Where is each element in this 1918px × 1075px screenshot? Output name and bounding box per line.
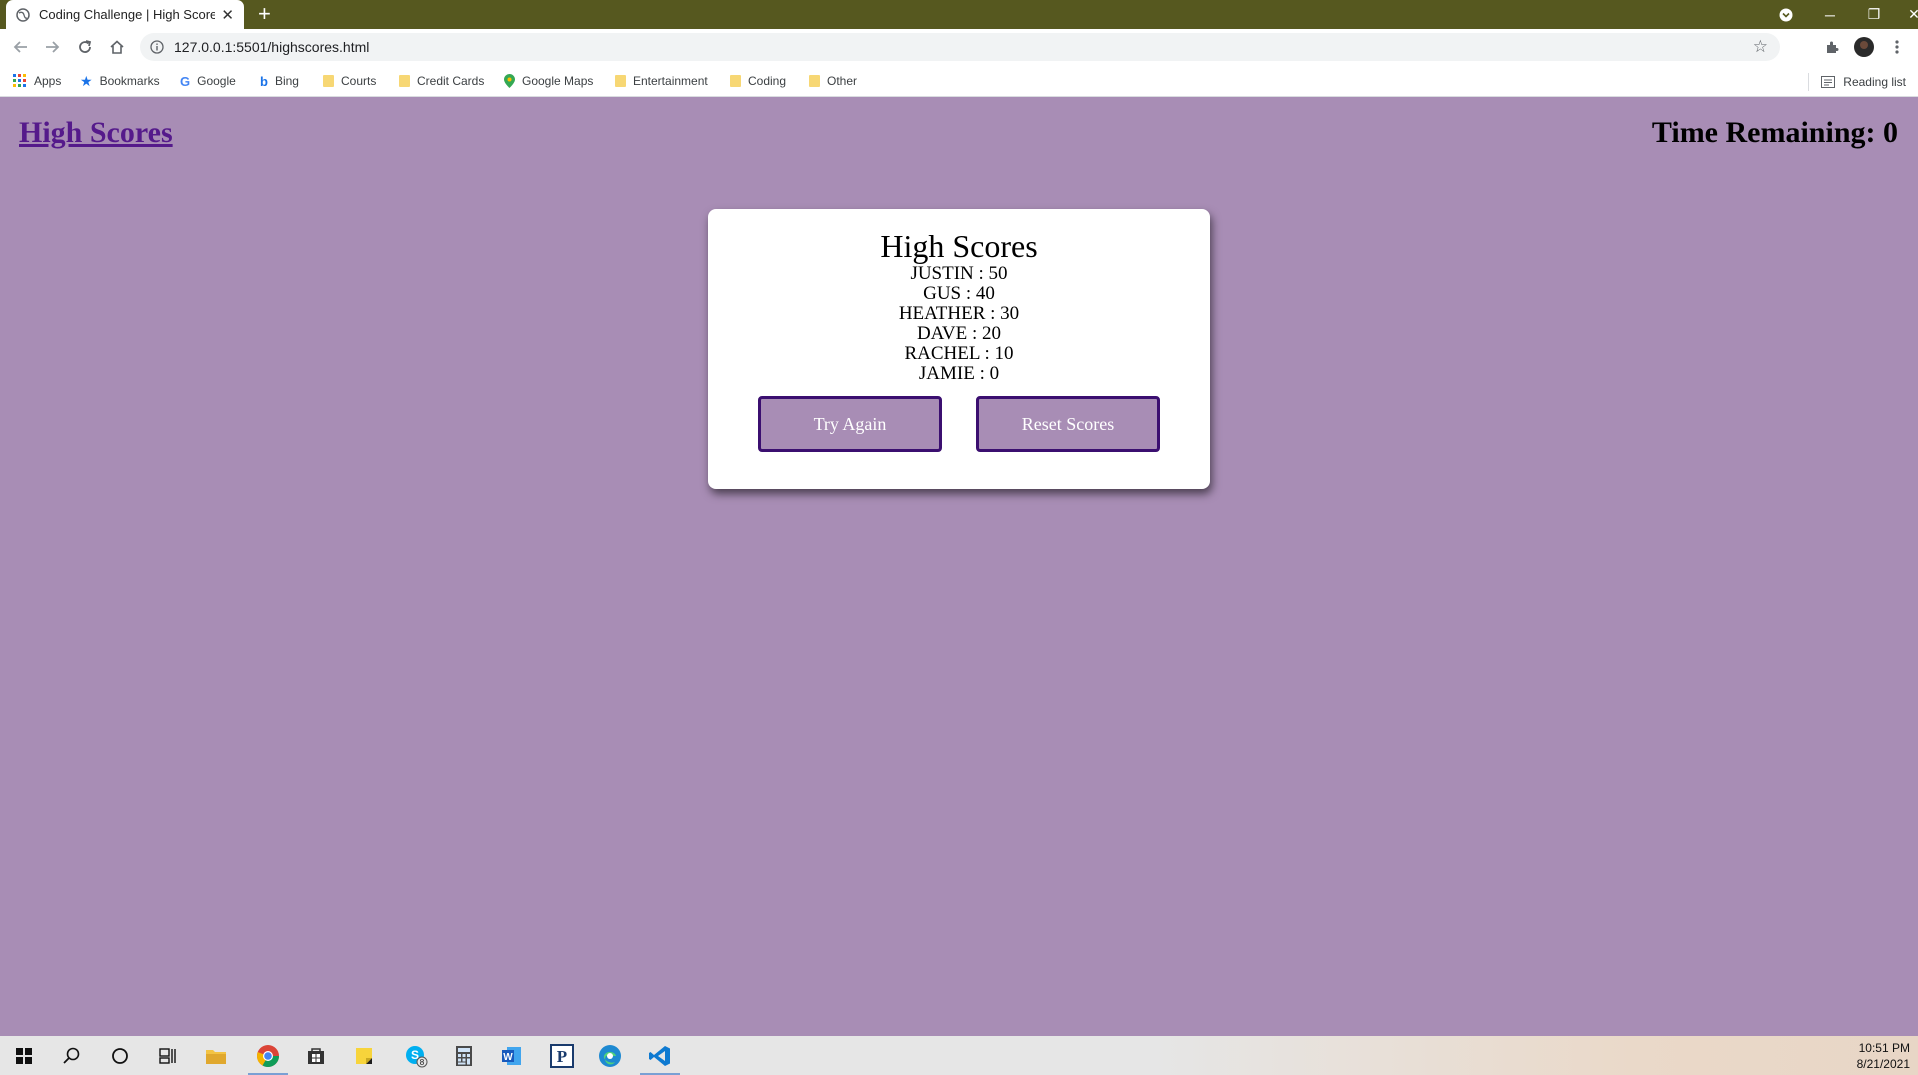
google-icon: G	[180, 73, 191, 89]
restore-icon[interactable]: ❐	[1852, 0, 1896, 29]
svg-text:W: W	[503, 1052, 513, 1063]
star-icon: ★	[80, 72, 93, 89]
bookmark-label: Courts	[341, 74, 377, 88]
vscode-icon[interactable]	[636, 1036, 684, 1075]
tab-title: Coding Challenge | High Scores	[39, 7, 216, 22]
svg-text:P: P	[557, 1047, 567, 1066]
bookmark-courts[interactable]: Courts	[323, 73, 376, 89]
bookmark-label: Bookmarks	[99, 74, 160, 88]
high-scores-link[interactable]: High Scores	[19, 116, 173, 150]
bookmark-bookmarks[interactable]: ★ Bookmarks	[80, 73, 160, 89]
bookmark-label: Google	[197, 74, 236, 88]
reading-list-button[interactable]: Reading list	[1808, 73, 1906, 91]
bing-icon: b	[260, 73, 268, 89]
new-tab-button[interactable]: +	[258, 2, 271, 26]
page-content: High Scores Time Remaining: 0 High Score…	[0, 98, 1918, 1036]
file-explorer-icon[interactable]	[192, 1036, 240, 1075]
minimize-icon[interactable]: ─	[1808, 0, 1852, 29]
search-icon[interactable]	[48, 1036, 96, 1075]
home-icon[interactable]	[106, 36, 128, 58]
bookmark-apps[interactable]: Apps	[13, 73, 61, 89]
bookmark-label: Google Maps	[522, 74, 594, 88]
folder-icon	[809, 75, 820, 87]
reading-list-label: Reading list	[1843, 75, 1906, 89]
folder-icon	[399, 75, 410, 87]
bookmark-credit-cards[interactable]: Credit Cards	[399, 73, 484, 89]
reading-list-icon	[1821, 76, 1836, 88]
word-icon[interactable]: W	[488, 1036, 536, 1075]
edge-icon[interactable]	[586, 1036, 634, 1075]
score-item: GUS : 40	[923, 283, 995, 304]
bookmark-google-maps[interactable]: Google Maps	[504, 73, 593, 89]
folder-icon	[615, 75, 626, 87]
maps-pin-icon	[504, 74, 515, 88]
sticky-notes-icon[interactable]	[340, 1036, 388, 1075]
globe-icon	[16, 7, 30, 22]
scores-list: JUSTIN : 50 GUS : 40 HEATHER : 30 DAVE :…	[708, 264, 1210, 384]
bookmark-star-icon[interactable]: ☆	[1753, 37, 1768, 57]
clock-date: 8/21/2021	[1856, 1057, 1910, 1071]
bookmark-label: Entertainment	[633, 74, 708, 88]
bookmark-coding[interactable]: Coding	[730, 73, 786, 89]
skype-badge: 8	[420, 1058, 425, 1067]
bookmark-other[interactable]: Other	[809, 73, 857, 89]
score-item: DAVE : 20	[916, 323, 1002, 344]
cortana-icon[interactable]	[96, 1036, 144, 1075]
profile-menu-icon[interactable]	[1764, 0, 1808, 29]
folder-icon	[323, 75, 334, 87]
bookmark-label: Coding	[748, 74, 787, 88]
bookmarks-bar: Apps ★ Bookmarks G Google b Bing Courts …	[0, 65, 1918, 97]
title-bar: Coding Challenge | High Scores ✕ + ─ ❐ ✕	[0, 0, 1918, 29]
reset-scores-button[interactable]: Reset Scores	[976, 396, 1160, 452]
bookmark-label: Bing	[274, 74, 299, 88]
window-close-icon[interactable]: ✕	[1892, 0, 1918, 29]
calculator-icon[interactable]	[440, 1036, 488, 1075]
skype-icon[interactable]: S8	[392, 1036, 440, 1075]
bookmark-label: Apps	[34, 74, 62, 88]
avatar[interactable]	[1853, 36, 1875, 58]
score-item: RACHEL : 10	[904, 343, 1014, 364]
kebab-menu-icon[interactable]	[1886, 36, 1908, 58]
divider	[1808, 73, 1810, 91]
score-item: JAMIE : 0	[918, 363, 1000, 384]
start-icon[interactable]	[0, 1036, 48, 1075]
reload-icon[interactable]	[74, 36, 96, 58]
publisher-icon[interactable]: P	[538, 1036, 586, 1075]
try-again-button[interactable]: Try Again	[758, 396, 942, 452]
bookmark-entertainment[interactable]: Entertainment	[615, 73, 708, 89]
folder-icon	[730, 75, 741, 87]
time-remaining: Time Remaining: 0	[1651, 116, 1898, 149]
score-item: JUSTIN : 50	[910, 263, 1008, 284]
browser-toolbar: 127.0.0.1:5501/highscores.html ☆	[0, 29, 1918, 65]
score-item: HEATHER : 30	[898, 303, 1020, 324]
high-scores-card: High Scores JUSTIN : 50 GUS : 40 HEATHER…	[708, 209, 1210, 489]
bookmark-label: Credit Cards	[417, 74, 485, 88]
forward-icon[interactable]	[41, 36, 63, 58]
system-clock[interactable]: 10:51 PM 8/21/2021	[1857, 1040, 1910, 1072]
bookmark-bing[interactable]: b Bing	[260, 73, 299, 89]
card-title: High Scores	[880, 228, 1038, 264]
browser-tab[interactable]: Coding Challenge | High Scores ✕	[6, 0, 244, 29]
taskbar: S8 W P 10:51 PM 8/21/2021	[0, 1036, 1918, 1075]
info-icon[interactable]	[150, 40, 164, 59]
store-icon[interactable]	[292, 1036, 340, 1075]
apps-grid-icon	[13, 74, 27, 88]
url-text: 127.0.0.1:5501/highscores.html	[174, 39, 370, 55]
task-view-icon[interactable]	[144, 1036, 192, 1075]
bookmark-google[interactable]: G Google	[180, 73, 236, 89]
address-bar[interactable]: 127.0.0.1:5501/highscores.html ☆	[140, 33, 1780, 61]
chrome-icon[interactable]	[244, 1036, 292, 1075]
extensions-icon[interactable]	[1821, 36, 1843, 58]
close-tab-icon[interactable]: ✕	[221, 6, 234, 24]
bookmark-label: Other	[827, 74, 858, 88]
clock-time: 10:51 PM	[1858, 1041, 1910, 1055]
back-icon[interactable]	[10, 36, 32, 58]
